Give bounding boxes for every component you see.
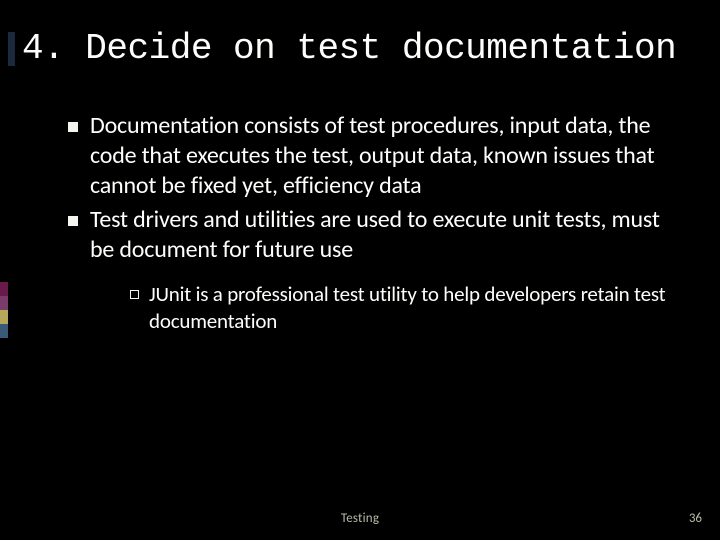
- stripe-icon: [0, 296, 8, 310]
- bullet-item: Test drivers and utilities are used to e…: [68, 205, 672, 265]
- bullet-text: Documentation consists of test procedure…: [90, 111, 672, 201]
- stripe-icon: [0, 282, 8, 296]
- accent-stripes: [0, 282, 8, 338]
- title-accent-bar: [8, 32, 15, 66]
- footer-label: Testing: [0, 511, 720, 526]
- outline-square-bullet-icon: [130, 290, 139, 299]
- slide-title: 4. Decide on test documentation: [22, 28, 700, 69]
- sub-bullet-item: JUnit is a professional test utility to …: [130, 281, 672, 335]
- content-area: Documentation consists of test procedure…: [0, 75, 720, 335]
- slide: 4. Decide on test documentation Document…: [0, 0, 720, 540]
- page-number: 36: [689, 511, 702, 526]
- stripe-icon: [0, 310, 8, 324]
- square-bullet-icon: [68, 122, 78, 132]
- bullet-text: Test drivers and utilities are used to e…: [90, 205, 672, 265]
- bullet-item: Documentation consists of test procedure…: [68, 111, 672, 201]
- sub-bullet-group: JUnit is a professional test utility to …: [68, 269, 672, 335]
- title-area: 4. Decide on test documentation: [0, 0, 720, 75]
- stripe-icon: [0, 324, 8, 338]
- square-bullet-icon: [68, 216, 78, 226]
- sub-bullet-text: JUnit is a professional test utility to …: [149, 281, 672, 335]
